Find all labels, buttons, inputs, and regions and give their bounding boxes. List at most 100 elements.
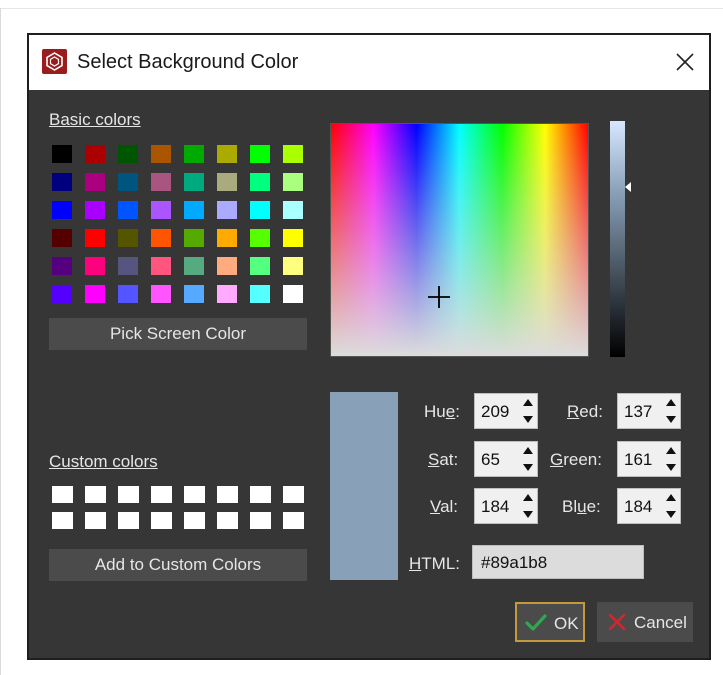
basic-color-swatch[interactable] [151,229,171,247]
custom-color-swatch[interactable] [151,512,172,529]
basic-color-swatch[interactable] [283,257,303,275]
sat-up-arrow[interactable] [523,447,533,454]
red-up-arrow[interactable] [666,399,676,406]
custom-color-swatch[interactable] [217,486,238,503]
basic-color-swatch[interactable] [52,145,72,163]
basic-color-swatch[interactable] [283,145,303,163]
basic-color-swatch[interactable] [184,145,204,163]
checkmark-icon [525,614,547,631]
basic-color-swatch[interactable] [85,285,105,303]
basic-color-swatch[interactable] [217,145,237,163]
basic-color-swatch[interactable] [250,285,270,303]
basic-color-swatch[interactable] [250,201,270,219]
basic-color-swatch[interactable] [217,201,237,219]
custom-color-swatch[interactable] [184,486,205,503]
custom-color-swatch[interactable] [283,512,304,529]
basic-color-swatch[interactable] [184,285,204,303]
color-dialog: Select Background Color Basic colors Pic… [27,33,711,660]
basic-color-swatch[interactable] [118,201,138,219]
hue-up-arrow[interactable] [523,399,533,406]
basic-color-swatch[interactable] [217,229,237,247]
add-to-custom-colors-button[interactable]: Add to Custom Colors [49,549,307,581]
basic-color-swatch[interactable] [217,173,237,191]
custom-color-swatch[interactable] [52,486,73,503]
green-down-arrow[interactable] [666,464,676,471]
basic-color-swatch[interactable] [118,257,138,275]
basic-color-swatch[interactable] [250,173,270,191]
hue-spinbox[interactable]: 209 [474,393,538,429]
basic-color-swatch[interactable] [250,145,270,163]
green-label: Green: [550,450,602,469]
ok-button[interactable]: OK [515,602,585,642]
color-spectrum[interactable] [330,123,589,357]
basic-color-swatch[interactable] [52,201,72,219]
val-up-arrow[interactable] [523,494,533,501]
basic-color-swatch[interactable] [184,257,204,275]
blue-down-arrow[interactable] [666,511,676,518]
sat-down-arrow[interactable] [523,464,533,471]
basic-color-swatch[interactable] [184,201,204,219]
green-spinbox[interactable]: 161 [617,441,681,477]
custom-color-swatch[interactable] [85,512,106,529]
basic-color-swatch[interactable] [217,257,237,275]
basic-color-swatch[interactable] [118,285,138,303]
basic-color-swatch[interactable] [118,145,138,163]
red-down-arrow[interactable] [666,416,676,423]
basic-color-swatch[interactable] [250,229,270,247]
sat-spinbox[interactable]: 65 [474,441,538,477]
basic-color-swatch[interactable] [85,173,105,191]
val-spinbox[interactable]: 184 [474,488,538,524]
red-label: Red: [567,402,603,421]
green-up-arrow[interactable] [666,447,676,454]
sat-label: Sat: [428,450,459,469]
custom-color-swatch[interactable] [250,486,271,503]
cancel-button[interactable]: Cancel [597,602,693,642]
hue-down-arrow[interactable] [523,416,533,423]
basic-color-swatch[interactable] [52,285,72,303]
basic-color-swatch[interactable] [283,285,303,303]
custom-color-swatch[interactable] [184,512,205,529]
val-label: Val: [430,497,459,516]
basic-color-swatch[interactable] [52,229,72,247]
custom-color-swatch[interactable] [151,486,172,503]
basic-color-swatch[interactable] [85,145,105,163]
custom-color-swatch[interactable] [217,512,238,529]
basic-color-swatch[interactable] [250,257,270,275]
basic-color-swatch[interactable] [118,173,138,191]
basic-color-swatch[interactable] [151,201,171,219]
val-down-arrow[interactable] [523,511,533,518]
basic-color-swatch[interactable] [151,257,171,275]
basic-color-swatch[interactable] [151,285,171,303]
basic-color-swatch[interactable] [151,145,171,163]
luminance-slider[interactable] [610,121,625,357]
custom-color-swatch[interactable] [283,486,304,503]
custom-color-swatch[interactable] [85,486,106,503]
blue-spinbox[interactable]: 184 [617,488,681,524]
basic-color-swatch[interactable] [217,285,237,303]
close-icon [676,53,694,71]
pick-screen-color-button[interactable]: Pick Screen Color [49,318,307,350]
red-spinbox[interactable]: 137 [617,393,681,429]
basic-color-swatch[interactable] [283,173,303,191]
custom-colors-label: Custom colors [49,452,158,471]
basic-color-swatch[interactable] [85,257,105,275]
background-border-top [0,8,723,9]
basic-color-swatch[interactable] [151,173,171,191]
blue-up-arrow[interactable] [666,494,676,501]
basic-color-swatch[interactable] [283,229,303,247]
custom-color-swatch[interactable] [250,512,271,529]
basic-color-swatch[interactable] [52,173,72,191]
basic-color-swatch[interactable] [52,257,72,275]
custom-color-swatch[interactable] [52,512,73,529]
basic-color-swatch[interactable] [283,201,303,219]
basic-color-swatch[interactable] [118,229,138,247]
basic-color-swatch[interactable] [85,201,105,219]
close-button[interactable] [671,48,699,76]
custom-color-swatch[interactable] [118,486,139,503]
basic-color-swatch[interactable] [85,229,105,247]
luminance-handle[interactable] [625,182,631,192]
custom-color-swatch[interactable] [118,512,139,529]
html-hex-input[interactable]: #89a1b8 [472,545,644,579]
basic-color-swatch[interactable] [184,229,204,247]
basic-color-swatch[interactable] [184,173,204,191]
